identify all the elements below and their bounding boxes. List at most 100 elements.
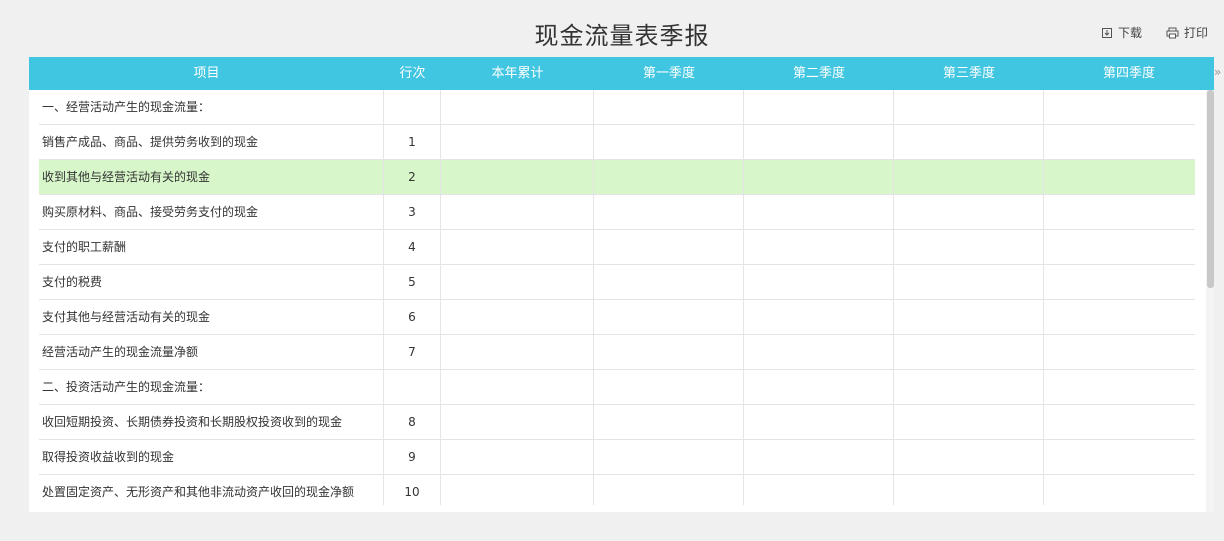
table-row[interactable]: 销售产成品、商品、提供劳务收到的现金 1	[39, 125, 1195, 160]
cell-q2[interactable]	[744, 125, 894, 159]
cell-q3[interactable]	[894, 125, 1044, 159]
table-row-selected[interactable]: 收到其他与经营活动有关的现金 2	[39, 160, 1195, 195]
double-chevron-right-icon[interactable]: »	[1214, 62, 1224, 82]
cell-item: 收回短期投资、长期债券投资和长期股权投资收到的现金	[39, 405, 384, 439]
cell-q1[interactable]	[594, 90, 744, 124]
cell-q1[interactable]	[594, 335, 744, 369]
cell-ytd[interactable]	[441, 230, 594, 264]
cell-q2[interactable]	[744, 195, 894, 229]
cell-q4[interactable]	[1044, 370, 1195, 404]
download-icon	[1101, 27, 1113, 39]
scrollbar-thumb[interactable]	[1207, 90, 1214, 288]
cell-q4[interactable]	[1044, 335, 1195, 369]
cell-q3[interactable]	[894, 300, 1044, 334]
cell-line-no: 3	[384, 195, 441, 229]
cell-q3[interactable]	[894, 160, 1044, 194]
cell-line-no: 6	[384, 300, 441, 334]
cell-item: 支付其他与经营活动有关的现金	[39, 300, 384, 334]
cell-q2[interactable]	[744, 160, 894, 194]
table-row[interactable]: 一、经营活动产生的现金流量：	[39, 90, 1195, 125]
cell-ytd[interactable]	[441, 90, 594, 124]
cell-ytd[interactable]	[441, 475, 594, 505]
cell-q3[interactable]	[894, 230, 1044, 264]
cell-q1[interactable]	[594, 440, 744, 474]
cell-q3[interactable]	[894, 265, 1044, 299]
cell-q2[interactable]	[744, 90, 894, 124]
cell-q4[interactable]	[1044, 300, 1195, 334]
cell-q1[interactable]	[594, 195, 744, 229]
cell-q1[interactable]	[594, 125, 744, 159]
cell-ytd[interactable]	[441, 195, 594, 229]
cell-q3[interactable]	[894, 440, 1044, 474]
table-row[interactable]: 二、投资活动产生的现金流量：	[39, 370, 1195, 405]
table-header: 项目 行次 本年累计 第一季度 第二季度 第三季度 第四季度	[29, 57, 1214, 90]
cell-line-no	[384, 90, 441, 124]
header-q3: 第三季度	[942, 66, 995, 81]
cell-q4[interactable]	[1044, 265, 1195, 299]
cell-q3[interactable]	[894, 475, 1044, 505]
vertical-scrollbar[interactable]	[1206, 90, 1214, 512]
cell-ytd[interactable]	[441, 370, 594, 404]
cell-line-no: 1	[384, 125, 441, 159]
cell-q2[interactable]	[744, 230, 894, 264]
download-button[interactable]: 下载	[1101, 24, 1142, 41]
cell-q1[interactable]	[594, 300, 744, 334]
cell-q1[interactable]	[594, 230, 744, 264]
cell-q4[interactable]	[1044, 475, 1195, 505]
cell-item: 二、投资活动产生的现金流量：	[39, 370, 384, 404]
cell-q3[interactable]	[894, 195, 1044, 229]
cell-item: 取得投资收益收到的现金	[39, 440, 384, 474]
header-line-no: 行次	[399, 66, 426, 81]
cell-q2[interactable]	[744, 475, 894, 505]
cell-ytd[interactable]	[441, 125, 594, 159]
cell-q4[interactable]	[1044, 90, 1195, 124]
cell-q2[interactable]	[744, 335, 894, 369]
table-row[interactable]: 取得投资收益收到的现金 9	[39, 440, 1195, 475]
cell-q2[interactable]	[744, 300, 894, 334]
cell-ytd[interactable]	[441, 440, 594, 474]
page-title: 现金流量表季报	[534, 22, 710, 50]
header-q2: 第二季度	[792, 66, 845, 81]
cell-q2[interactable]	[744, 265, 894, 299]
table-row[interactable]: 处置固定资产、无形资产和其他非流动资产收回的现金净额 10	[39, 475, 1195, 505]
cell-ytd[interactable]	[441, 335, 594, 369]
cell-q2[interactable]	[744, 370, 894, 404]
cell-q1[interactable]	[594, 475, 744, 505]
cell-q4[interactable]	[1044, 195, 1195, 229]
cell-q3[interactable]	[894, 405, 1044, 439]
print-button[interactable]: 打印	[1166, 24, 1208, 41]
print-label: 打印	[1183, 26, 1208, 40]
printer-icon	[1166, 27, 1179, 39]
cell-q3[interactable]	[894, 370, 1044, 404]
table-row[interactable]: 支付其他与经营活动有关的现金 6	[39, 300, 1195, 335]
cell-q4[interactable]	[1044, 160, 1195, 194]
cell-q3[interactable]	[894, 335, 1044, 369]
cell-line-no: 2	[384, 160, 441, 194]
cell-q4[interactable]	[1044, 440, 1195, 474]
cell-q2[interactable]	[744, 440, 894, 474]
cell-q1[interactable]	[594, 160, 744, 194]
header-ytd: 本年累计	[491, 66, 544, 81]
cashflow-table-panel: 项目 行次 本年累计 第一季度 第二季度 第三季度 第四季度 一、经营活动产生的…	[29, 57, 1214, 512]
cell-q2[interactable]	[744, 405, 894, 439]
cell-q3[interactable]	[894, 90, 1044, 124]
cell-q4[interactable]	[1044, 125, 1195, 159]
cell-q1[interactable]	[594, 265, 744, 299]
table-row[interactable]: 购买原材料、商品、接受劳务支付的现金 3	[39, 195, 1195, 230]
cell-ytd[interactable]	[441, 160, 594, 194]
cell-q1[interactable]	[594, 370, 744, 404]
table-row[interactable]: 收回短期投资、长期债券投资和长期股权投资收到的现金 8	[39, 405, 1195, 440]
cell-q1[interactable]	[594, 405, 744, 439]
table-row[interactable]: 经营活动产生的现金流量净额 7	[39, 335, 1195, 370]
cell-item: 处置固定资产、无形资产和其他非流动资产收回的现金净额	[39, 475, 384, 505]
cell-q4[interactable]	[1044, 405, 1195, 439]
cell-item: 购买原材料、商品、接受劳务支付的现金	[39, 195, 384, 229]
cell-ytd[interactable]	[441, 405, 594, 439]
cell-ytd[interactable]	[441, 300, 594, 334]
table-row[interactable]: 支付的职工薪酬 4	[39, 230, 1195, 265]
cell-ytd[interactable]	[441, 265, 594, 299]
cell-q4[interactable]	[1044, 230, 1195, 264]
toolbar-actions: 下载 打印	[1101, 24, 1208, 41]
table-body: 一、经营活动产生的现金流量： 销售产成品、商品、提供劳务收到的现金 1 收到其他…	[39, 90, 1195, 505]
table-row[interactable]: 支付的税费 5	[39, 265, 1195, 300]
